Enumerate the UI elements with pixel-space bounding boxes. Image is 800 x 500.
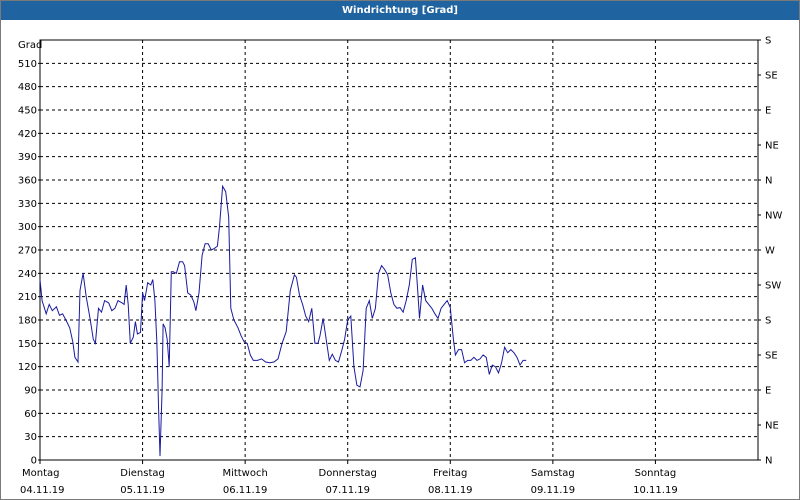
- right-tick-label: N: [765, 176, 772, 187]
- y-tick-label: 300: [18, 222, 37, 233]
- y-tick-label: 270: [18, 246, 37, 257]
- y-tick-label: 330: [18, 199, 37, 210]
- y-tick-label: 390: [18, 152, 37, 163]
- y-tick-label: 510: [18, 59, 37, 70]
- y-tick-label: 240: [18, 269, 37, 280]
- x-tick-day: Dienstag: [120, 468, 165, 479]
- right-tick-label: NW: [765, 211, 782, 222]
- y-tick-label: 120: [18, 362, 37, 373]
- right-tick-label: SE: [765, 71, 778, 82]
- y-tick-label: 450: [18, 106, 37, 117]
- x-tick-day: Sonntag: [635, 468, 677, 479]
- y-axis-ticks: 0 30 60 90 120 150 180 210 240 270 300 330 360 390 420…: [18, 59, 40, 467]
- y-tick-label: 180: [18, 316, 37, 327]
- x-axis-ticks: Montag 04.11.19 Dienstag 05.11.19 Mittwoch 06…: [20, 460, 678, 496]
- right-tick-label: W: [765, 246, 775, 257]
- x-tick-day: Montag: [22, 468, 59, 479]
- x-tick-day: Mittwoch: [222, 468, 267, 479]
- x-tick-date: 04.11.19: [20, 485, 65, 496]
- right-tick-label: N: [765, 456, 772, 467]
- y-tick-label: 480: [18, 82, 37, 93]
- right-tick-label: SE: [765, 351, 778, 362]
- y-tick-label: 150: [18, 339, 37, 350]
- y-tick-label: 420: [18, 129, 37, 140]
- right-tick-label: SW: [765, 281, 781, 292]
- x-tick-date: 08.11.19: [428, 485, 473, 496]
- y-axis-label: Grad: [18, 40, 42, 51]
- x-tick-day: Freitag: [433, 468, 467, 479]
- grid-lines: [40, 40, 758, 460]
- y-tick-label: 30: [24, 432, 37, 443]
- y-tick-label: 90: [24, 386, 37, 397]
- right-tick-label: NE: [765, 141, 779, 152]
- right-tick-label: S: [765, 36, 771, 47]
- x-tick-date: 09.11.19: [531, 485, 576, 496]
- right-axis-ticks: N NE E SE S SW W NW N NE E SE S: [758, 36, 782, 467]
- x-tick-day: Donnerstag: [319, 468, 377, 479]
- plot-area: [39, 39, 759, 461]
- x-tick-date: 06.11.19: [223, 485, 268, 496]
- x-tick-date: 07.11.19: [325, 485, 370, 496]
- y-tick-label: 360: [18, 176, 37, 187]
- right-tick-label: NE: [765, 421, 779, 432]
- right-tick-label: S: [765, 316, 771, 327]
- right-tick-label: E: [765, 106, 771, 117]
- chart-plot: 0 30 60 90 120 150 180 210 240 270 300 330 360 390 420…: [18, 36, 783, 497]
- x-tick-date: 05.11.19: [120, 485, 165, 496]
- right-tick-label: E: [765, 386, 771, 397]
- x-tick-day: Samstag: [531, 468, 575, 479]
- x-tick-date: 10.11.19: [633, 485, 678, 496]
- y-tick-label: 210: [18, 292, 37, 303]
- y-tick-label: 60: [24, 409, 37, 420]
- y-tick-label: 0: [31, 456, 37, 467]
